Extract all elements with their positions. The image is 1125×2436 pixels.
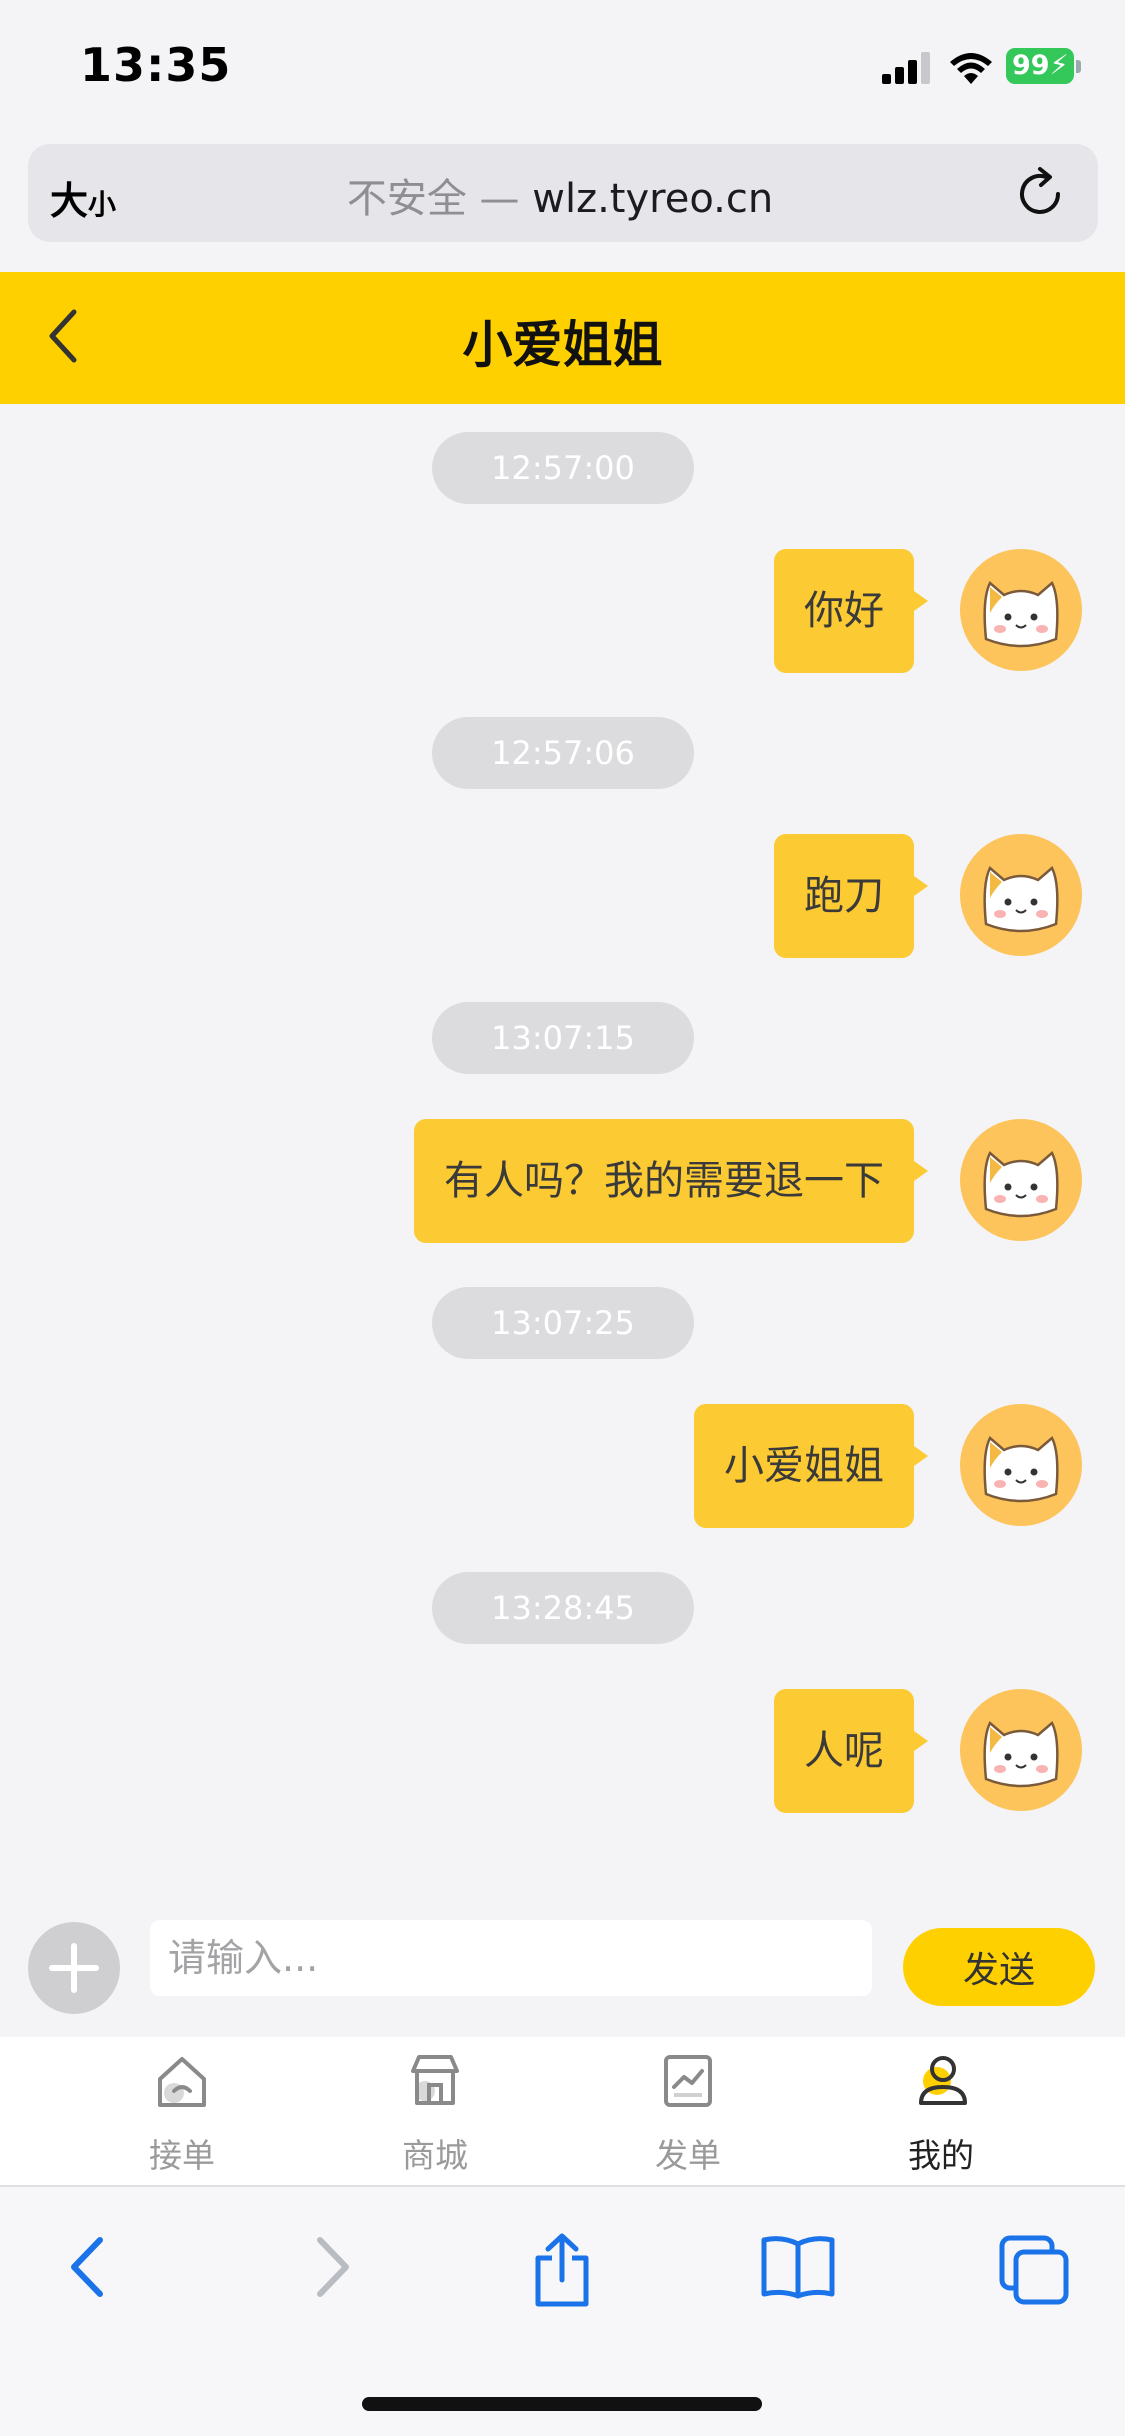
cat-face-icon [983,581,1059,648]
home-icon [158,2057,206,2107]
page-title: 小爱姐姐 [462,316,663,374]
status-time: 13:35 [80,38,232,92]
browser-back-icon[interactable] [60,2232,120,2302]
chart-icon [664,2055,712,2107]
message-bubble[interactable]: 小爱姐姐 [694,1404,928,1528]
tab-label: 发单 [655,2136,721,2175]
tabs-icon[interactable] [996,2232,1072,2308]
url-domain: wlz.tyreo.cn [532,176,774,222]
message-timestamp: 13:07:25 [432,1287,694,1359]
attach-button[interactable] [28,1922,120,2014]
bookmarks-icon[interactable] [758,2232,838,2302]
signal-icon [882,52,930,84]
battery-level: 99 [1012,50,1050,81]
battery-indicator: 99⚡ [1006,48,1074,84]
url-text[interactable]: 不安全 — wlz.tyreo.cn [150,166,970,224]
cat-avatar[interactable] [960,1689,1082,1811]
message-timestamp: 12:57:06 [432,717,694,789]
message-timestamp: 13:28:45 [432,1572,694,1644]
cat-face-icon [983,1436,1059,1503]
cat-avatar[interactable] [960,834,1082,956]
message-timestamp: 12:57:00 [432,432,694,504]
home-indicator [362,2397,762,2411]
cat-face-icon [983,866,1059,933]
url-separator: — [466,176,533,222]
tab-fadan[interactable]: 发单 [598,2037,778,2185]
battery-cap [1076,60,1081,73]
tab-label: 接单 [149,2136,215,2175]
message-timestamp: 13:07:15 [432,1002,694,1074]
text-size-small: 小 [88,188,117,221]
browser-forward-icon[interactable] [300,2232,360,2302]
text-size-large: 大 [50,179,89,223]
share-icon[interactable] [528,2232,596,2308]
tab-label: 我的 [908,2136,974,2175]
cat-avatar[interactable] [960,1119,1082,1241]
tab-jiedan[interactable]: 接单 [92,2037,272,2185]
wifi-icon [950,53,992,84]
message-bubble[interactable]: 有人吗？我的需要退一下 [414,1119,928,1243]
message-bubble[interactable]: 跑刀 [774,834,928,958]
reload-icon[interactable] [1012,164,1072,224]
message-bubble[interactable]: 人呢 [774,1689,928,1813]
security-label: 不安全 [346,176,467,222]
tab-shangcheng[interactable]: 商城 [345,2037,525,2185]
cat-avatar[interactable] [960,549,1082,671]
message-input[interactable] [150,1920,872,1996]
cat-face-icon [983,1151,1059,1218]
cat-face-icon [983,1721,1059,1788]
text-size-button[interactable]: 大小 [50,170,116,225]
message-bubble[interactable]: 你好 [774,549,928,673]
tab-wode[interactable]: 我的 [851,2037,1031,2185]
cat-avatar[interactable] [960,1404,1082,1526]
charging-icon: ⚡ [1049,50,1069,81]
tab-label: 商城 [402,2136,468,2175]
send-button[interactable]: 发送 [903,1928,1095,2006]
user-icon [919,2056,967,2105]
plus-icon [49,1943,99,1993]
store-icon [411,2055,459,2105]
